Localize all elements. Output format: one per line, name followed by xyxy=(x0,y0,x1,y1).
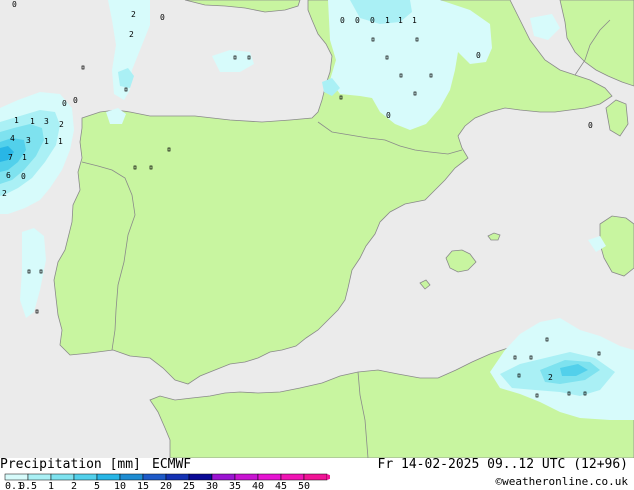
legend-label: 1 xyxy=(48,481,54,490)
legend-label: 45 xyxy=(275,481,287,490)
legend-label: 10 xyxy=(114,481,126,490)
point-value: 7 xyxy=(8,153,13,162)
legend-swatch xyxy=(4,473,29,481)
legend-arrow xyxy=(327,474,330,480)
point-value: 0 xyxy=(340,16,345,25)
point-value: 3 xyxy=(26,136,31,145)
point-value: 2 xyxy=(548,373,553,382)
legend-swatch xyxy=(280,473,305,481)
legend-swatch xyxy=(119,473,144,481)
legend-swatches xyxy=(4,473,330,481)
point-value: 0 xyxy=(21,172,26,181)
legend-label: 0.5 xyxy=(19,481,37,490)
legend-swatch xyxy=(73,473,98,481)
legend-label: 15 xyxy=(137,481,149,490)
point-value: 2 xyxy=(129,30,134,39)
valid-time: Fr 14-02-2025 09..12 UTC (12+96) xyxy=(377,457,628,472)
legend-swatch xyxy=(234,473,259,481)
point-value: 3 xyxy=(44,117,49,126)
point-value: 0 xyxy=(476,51,481,60)
point-value: 1 xyxy=(58,137,63,146)
map-footer: Precipitation [mm] ECMWF Fr 14-02-2025 0… xyxy=(0,457,634,490)
point-value: 2 xyxy=(2,189,7,198)
point-value: 0 xyxy=(355,16,360,25)
legend-swatch xyxy=(257,473,282,481)
point-value: 4 xyxy=(10,134,15,143)
point-value: 1 xyxy=(385,16,390,25)
point-value: 1 xyxy=(412,16,417,25)
point-value: 1 xyxy=(398,16,403,25)
legend-swatch xyxy=(96,473,121,481)
legend-swatch xyxy=(27,473,52,481)
legend-swatch xyxy=(50,473,75,481)
legend-label: 5 xyxy=(94,481,100,490)
legend-label: 50 xyxy=(298,481,310,490)
legend-label: 20 xyxy=(160,481,172,490)
legend-label: 35 xyxy=(229,481,241,490)
legend-swatch xyxy=(303,473,328,481)
point-value: 0 xyxy=(73,96,78,105)
legend-swatch xyxy=(211,473,236,481)
legend-swatch xyxy=(165,473,190,481)
point-value: 0 xyxy=(62,99,67,108)
point-value: 0 xyxy=(160,13,165,22)
point-value: 2 xyxy=(59,120,64,129)
legend-swatch xyxy=(142,473,167,481)
legend-labels: 0.10.5 1 2 5 10 15 20 25 30 35 40 45 50 xyxy=(5,481,310,490)
legend-label: 25 xyxy=(183,481,195,490)
site-credit: ©weatheronline.co.uk xyxy=(495,475,628,488)
legend-swatch xyxy=(188,473,213,481)
legend-label: 30 xyxy=(206,481,218,490)
point-value: 6 xyxy=(6,171,11,180)
point-value: 1 xyxy=(22,153,27,162)
precipitation-map: 0 2 2 0 0 0 0 1 1 1 0 0 0 2 0 1 1 3 2 4 … xyxy=(0,0,634,458)
precipitation-legend: 0.10.5 1 2 5 10 15 20 25 30 35 40 45 50 xyxy=(4,473,330,490)
point-value: 0 xyxy=(588,121,593,130)
point-value: 1 xyxy=(14,116,19,125)
point-value: 1 xyxy=(44,137,49,146)
point-value: 0 xyxy=(386,111,391,120)
point-value: 2 xyxy=(131,10,136,19)
point-value: 0 xyxy=(370,16,375,25)
legend-label: 2 xyxy=(71,481,77,490)
point-value: 0 xyxy=(12,0,17,9)
point-value: 1 xyxy=(30,117,35,126)
legend-label: 40 xyxy=(252,481,264,490)
